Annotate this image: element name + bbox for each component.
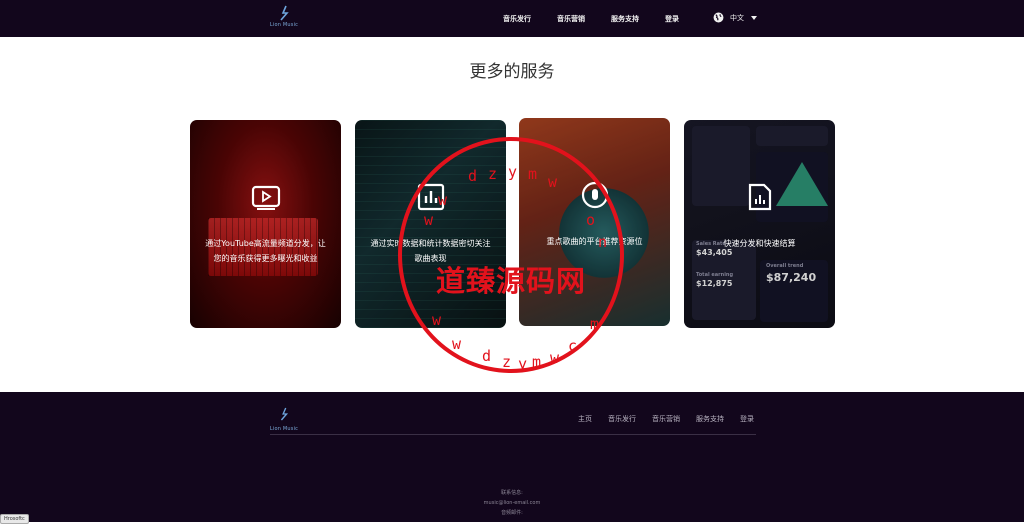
footer-links: 主页 音乐发行 音乐营销 服务支持 登录 — [570, 414, 762, 424]
globe-icon — [713, 12, 724, 23]
document-chart-icon — [748, 183, 771, 211]
bar-chart-icon — [417, 183, 444, 211]
podcast-icon — [581, 181, 608, 209]
nav-service-support[interactable]: 服务支持 — [611, 14, 639, 24]
nav-menu: 音乐发行 音乐营销 服务支持 登录 — [490, 0, 692, 37]
language-selector[interactable]: 中文 — [713, 12, 757, 23]
logo-text: Lion Music — [269, 22, 299, 28]
contact-info: 联系信息: music@lion-email.com 音频邮件: — [0, 488, 1024, 518]
card-caption: 重点歌曲的平台推荐资源位 — [546, 237, 643, 246]
service-card-youtube[interactable]: 通过YouTube高流量频道分发，让您的音乐获得更多曝光和收益 — [190, 120, 341, 328]
footer-link-music-release[interactable]: 音乐发行 — [608, 414, 636, 424]
footer-link-music-marketing[interactable]: 音乐营销 — [652, 414, 680, 424]
language-label: 中文 — [730, 13, 744, 22]
footer: Lion Music 主页 音乐发行 音乐营销 服务支持 登录 联系信息: mu… — [0, 392, 1024, 522]
card-caption: 通过实时数据和统计数据密切关注歌曲表现 — [370, 239, 491, 263]
contact-email[interactable]: music@lion-email.com — [0, 498, 1024, 508]
section-title: 更多的服务 — [469, 62, 555, 82]
lion-logo-icon — [280, 407, 289, 421]
service-card-settlement[interactable]: Sales Rate $43,405 Total earning $12,875… — [684, 120, 835, 328]
corner-badge[interactable]: Hrosoftc — [0, 514, 29, 524]
footer-logo[interactable]: Lion Music — [268, 406, 300, 432]
top-navbar: Lion Music 音乐发行 音乐营销 服务支持 登录 中文 — [0, 0, 1024, 37]
footer-logo-text: Lion Music — [269, 426, 299, 432]
contact-label: 联系信息: — [501, 490, 523, 496]
card-caption: 通过YouTube高流量频道分发，让您的音乐获得更多曝光和收益 — [205, 239, 326, 263]
footer-link-login[interactable]: 登录 — [740, 414, 754, 424]
nav-music-release[interactable]: 音乐发行 — [503, 14, 531, 24]
service-card-promotion[interactable]: 重点歌曲的平台推荐资源位 — [519, 118, 670, 326]
mail-label: 音频邮件: — [501, 510, 523, 516]
nav-music-marketing[interactable]: 音乐营销 — [557, 14, 585, 24]
chevron-down-icon — [751, 15, 757, 20]
footer-link-service-support[interactable]: 服务支持 — [696, 414, 724, 424]
play-video-icon — [251, 185, 280, 210]
footer-link-home[interactable]: 主页 — [578, 414, 592, 424]
card-caption: 快速分发和快速结算 — [723, 239, 796, 248]
lion-logo-icon — [280, 5, 289, 21]
logo[interactable]: Lion Music — [268, 5, 300, 33]
footer-divider — [270, 434, 756, 435]
service-card-data[interactable]: 通过实时数据和统计数据密切关注歌曲表现 — [355, 120, 506, 328]
nav-login[interactable]: 登录 — [665, 14, 679, 24]
